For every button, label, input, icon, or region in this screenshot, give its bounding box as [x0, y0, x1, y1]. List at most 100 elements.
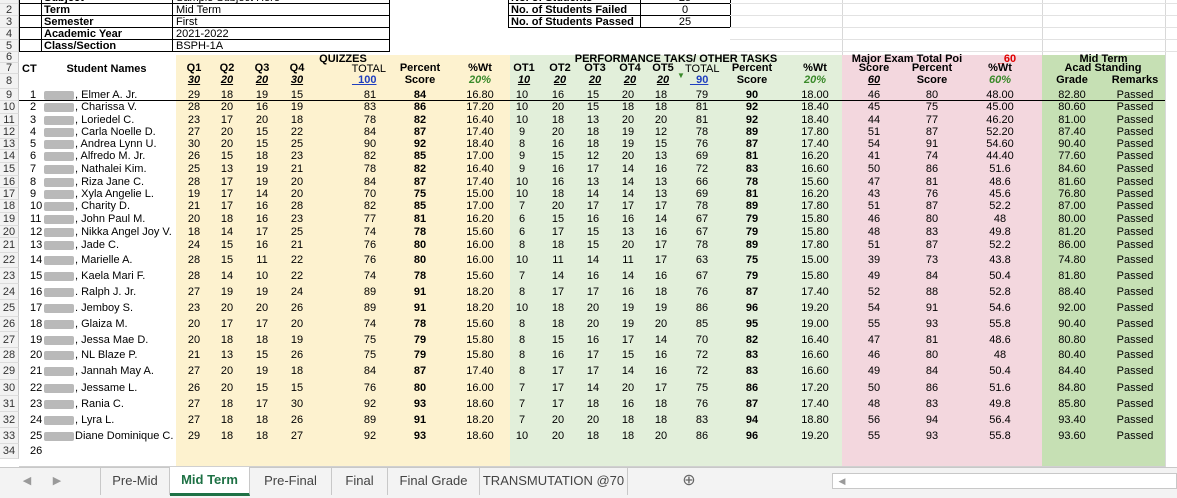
student-name: , Riza Jane C. [75, 176, 145, 188]
quiz-wt-cell: 17.00 [466, 200, 494, 212]
ot-score-cell: 14 [586, 188, 600, 200]
ot-score-cell: 18 [654, 89, 668, 101]
quiz-score-header: Score [404, 74, 436, 86]
ot-total-cell: 72 [695, 365, 709, 377]
quiz-score-cell: 23 [290, 150, 304, 162]
grid-line [19, 15, 389, 16]
student-name: , Jannah May A. [75, 365, 154, 377]
ot-total-cell: 75 [695, 382, 709, 394]
ot-total-cell: 81 [695, 101, 709, 113]
quiz-max: 20 [220, 74, 234, 86]
ct-cell: 23 [30, 398, 43, 410]
ot-score-cell: 14 [586, 382, 600, 394]
quiz-total-cell: 78 [363, 114, 377, 126]
grade-cell: 92.00 [1058, 302, 1086, 314]
sheet-tab-mid-term[interactable]: Mid Term [170, 467, 250, 496]
tab-scroll-next-button[interactable]: ▶ [48, 472, 66, 490]
ot-total-cell: 85 [695, 318, 709, 330]
row-header: 13 [0, 139, 19, 150]
ot-score-cell: 10 [515, 254, 529, 266]
redacted-surname [44, 214, 74, 224]
quiz-score-cell: 22 [290, 270, 304, 282]
major-percent-cell: 73 [925, 254, 939, 266]
quiz-percent-cell: 92 [413, 138, 427, 150]
quiz-score-cell: 17 [220, 114, 234, 126]
quiz-score-cell: 30 [187, 138, 201, 150]
quiz-total-cell: 77 [363, 213, 377, 225]
ot-score-cell: 20 [551, 101, 565, 113]
row-header: 29 [0, 363, 19, 380]
quiz-score-cell: 19 [255, 163, 269, 175]
grid-line [730, 15, 1177, 16]
sheet-tab-pre-final[interactable]: Pre-Final [250, 468, 332, 495]
ot-score-cell: 16 [551, 89, 565, 101]
quiz-total-cell: 89 [363, 286, 377, 298]
corner-indicator-icon: ▼ [677, 71, 685, 80]
student-name: . Ralph J. Jr. [75, 286, 137, 298]
sheet-tab-final[interactable]: Final [332, 468, 388, 495]
quiz-score-cell: 15 [290, 89, 304, 101]
ct-cell: 21 [30, 365, 43, 377]
row-header: 4 [0, 28, 19, 40]
spreadsheet-grid[interactable]: SubjectSample Subject HereTermMid TermSe… [0, 0, 1177, 467]
student-name-cell: , Jannah May A. [44, 363, 154, 380]
major-score-cell: 50 [867, 163, 881, 175]
sheet-tab-pre-mid[interactable]: Pre-Mid [100, 468, 170, 495]
ot-score-cell: 8 [518, 365, 526, 377]
remarks-cell: Passed [1116, 138, 1154, 150]
ot-score-cell: 11 [622, 254, 634, 266]
ot-header: OT5 [652, 62, 674, 74]
quiz-score-cell: 24 [290, 286, 304, 298]
grade-cell: 88.40 [1058, 286, 1086, 298]
ot-score-cell: 14 [551, 270, 565, 282]
student-name: , John Paul M. [75, 213, 146, 225]
quiz-score-cell: 25 [290, 226, 304, 238]
quiz-score-cell: 26 [290, 349, 304, 361]
major-score-cell: 54 [867, 138, 881, 150]
grade-cell: 80.40 [1058, 349, 1086, 361]
ot-percent-cell: 83 [745, 163, 759, 175]
ot-score-cell: 19 [621, 318, 635, 330]
quiz-score-cell: 17 [220, 318, 234, 330]
major-wt-cell: 51.6 [989, 163, 1011, 175]
quiz-percent-cell: 79 [413, 334, 427, 346]
major-wt-cell: 52.2 [989, 239, 1011, 251]
quiz-score-cell: 20 [220, 382, 234, 394]
major-score-cell: 39 [867, 254, 881, 266]
horizontal-scrollbar[interactable]: ◀ [832, 473, 1177, 489]
ot-max: 20 [656, 74, 670, 86]
redacted-surname [44, 177, 74, 187]
scroll-left-button[interactable]: ◀ [833, 472, 851, 490]
ot-score-cell: 17 [586, 200, 600, 212]
add-sheet-button[interactable]: ⊕ [680, 472, 698, 490]
quiz-wt-cell: 16.00 [466, 239, 494, 251]
tab-scroll-prev-button[interactable]: ◀ [18, 472, 36, 490]
student-name: , Jessa Mae D. [75, 334, 149, 346]
grade-cell: 87.00 [1058, 200, 1086, 212]
ot-total-cell: 86 [695, 430, 709, 442]
grid-line [730, 3, 1177, 4]
ot-score-cell: 9 [518, 150, 526, 162]
row-header: 9 [0, 89, 19, 101]
major-wt-cell: 54.60 [986, 138, 1014, 150]
quiz-score-cell: 19 [220, 286, 234, 298]
quiz-percent-cell: 79 [413, 349, 427, 361]
ot-score-cell: 20 [586, 302, 600, 314]
quiz-score-cell: 28 [187, 101, 201, 113]
ot-percent-cell: 79 [745, 270, 759, 282]
sheet-tab-transmutation-70[interactable]: TRANSMUTATION @70 [480, 468, 628, 495]
major-score-cell: 45 [867, 101, 881, 113]
quiz-total-cell: 83 [363, 101, 377, 113]
sheet-tab-final-grade[interactable]: Final Grade [388, 468, 480, 495]
quiz-score-cell: 28 [187, 176, 201, 188]
ot-max: 20 [588, 74, 602, 86]
student-name: , Loriedel C. [75, 114, 135, 126]
quiz-score-cell: 18 [255, 334, 269, 346]
ct-cell: 18 [30, 318, 43, 330]
quiz-wt-cell: 15.00 [466, 188, 494, 200]
quiz-wt-cell: 15.60 [466, 270, 494, 282]
ot-score-cell: 10 [515, 430, 529, 442]
quiz-score-cell: 17 [220, 200, 234, 212]
redacted-surname [44, 319, 74, 329]
grid-line [19, 0, 20, 52]
